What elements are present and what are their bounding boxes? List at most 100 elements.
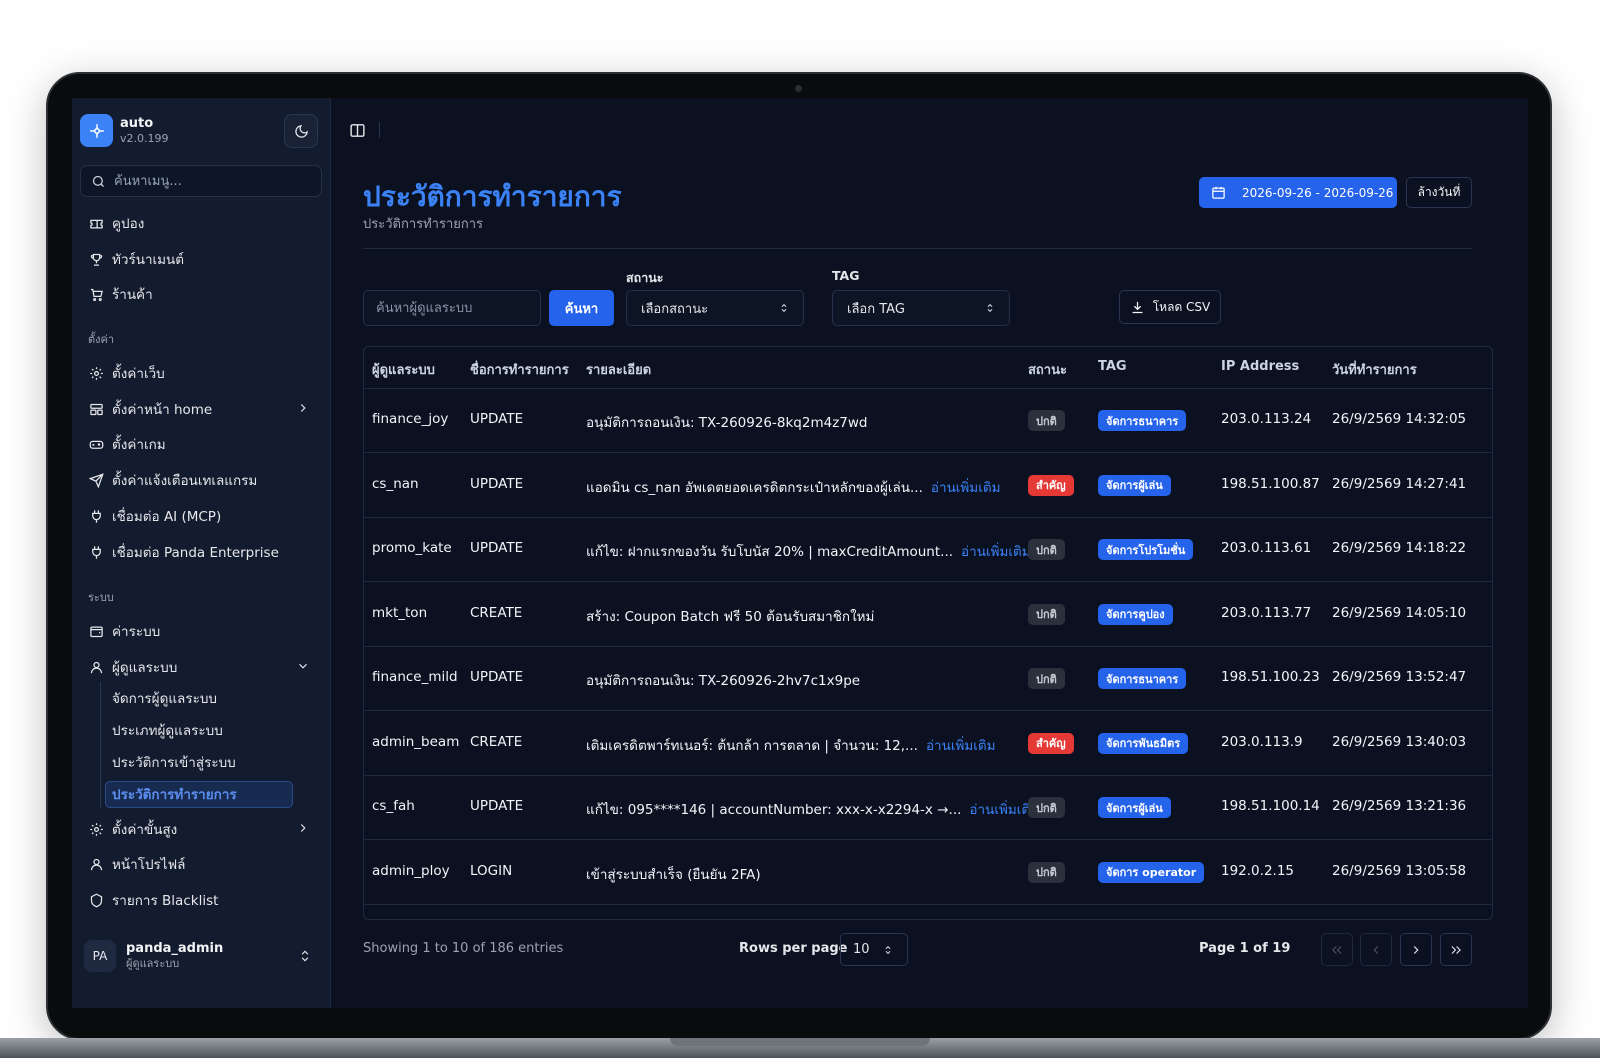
section-label-system: ระบบ [88,591,114,604]
status-badge: สำคัญ [1028,474,1074,496]
sidebar-item-label: ตั้งค่าเว็บ [112,366,165,382]
tag-badge: จัดการ operator [1098,861,1205,883]
submenu-transaction-history[interactable]: ประวัติการทำรายการ [112,782,237,806]
user-icon [88,856,104,872]
column-header-action[interactable]: ชื่อการทำรายการ [470,359,569,380]
cell-detail: อนุมัติการถอนเงิน: TX-260926-2hv7c1x9pe [586,669,860,691]
sidebar-item-home-settings[interactable]: ตั้งค่าหน้า home [88,396,314,422]
submenu-admin-types[interactable]: ประเภทผู้ดูแลระบบ [112,718,223,742]
previous-page-button[interactable] [1360,933,1392,966]
next-page-button[interactable] [1400,933,1432,966]
read-more-link[interactable]: อ่านเพิ่มเติม [931,480,1001,496]
menu-search-input[interactable] [114,173,304,189]
sidebar-item-admins[interactable]: ผู้ดูแลระบบ [88,654,314,680]
column-header-ip[interactable]: IP Address [1221,359,1299,374]
cell-date: 26/9/2569 13:52:47 [1332,669,1467,685]
cell-date: 26/9/2569 14:32:05 [1332,411,1467,427]
read-more-link[interactable]: อ่านเพิ่มเติม [961,544,1031,560]
chevrons-right-icon [1451,945,1461,954]
date-range-button[interactable]: 2026-09-26 - 2026-09-26 [1199,177,1397,208]
table-row[interactable]: cs_fah UPDATE แก้ไข: 095****146 | accountN… [364,776,1492,840]
user-menu[interactable]: PA panda_admin ผู้ดูแลระบบ [84,934,314,978]
detail-text: เติมเครดิตพาร์ทเนอร์: ต้นกล้า การตลาด | … [586,737,918,754]
status-badge: ปกติ [1028,603,1065,625]
rows-per-page-label: Rows per page [739,941,848,956]
sidebar-item-coupon[interactable]: คูปอง [88,210,314,236]
shield-icon [88,892,104,908]
user-role: ผู้ดูแลระบบ [126,957,180,970]
cell-ip: 198.51.100.23 [1221,669,1320,685]
download-csv-button[interactable]: โหลด CSV [1119,290,1221,324]
submenu-login-history[interactable]: ประวัติการเข้าสู่ระบบ [112,750,236,774]
sidebar-item-label: เชื่อมต่อ AI (MCP) [112,509,222,525]
gear-icon [88,365,104,381]
submenu-manage-admins[interactable]: จัดการผู้ดูแลระบบ [112,686,217,710]
cell-date: 26/9/2569 13:21:36 [1332,798,1467,814]
plug-icon [88,508,104,524]
sidebar-toggle-button[interactable] [347,120,367,140]
sidebar-item-label: เชื่อมต่อ Panda Enterprise [112,545,279,561]
sidebar-item-tournament[interactable]: ทัวร์นาเมนต์ [88,246,314,272]
column-header-status[interactable]: สถานะ [1028,359,1067,380]
app-screen: auto v2.0.199 คูปอง ทัวร์นาเมนต์ ร้านค้า… [72,98,1528,1008]
sidebar-item-label: ตั้งค่าแจ้งเตือนเทเลแกรม [112,473,258,489]
sidebar-item-ai-mcp[interactable]: เชื่อมต่อ AI (MCP) [88,503,314,529]
tag-select[interactable]: เลือก TAG [832,290,1010,326]
sidebar: auto v2.0.199 คูปอง ทัวร์นาเมนต์ ร้านค้า… [72,98,331,1008]
read-more-link[interactable]: อ่านเพิ่มเติม [926,738,996,754]
tag-select-value: เลือก TAG [847,301,905,317]
admin-search-box[interactable] [363,290,541,326]
sidebar-item-label: ผู้ดูแลระบบ [112,660,178,676]
ticket-icon [88,215,104,231]
sidebar-item-game-settings[interactable]: ตั้งค่าเกม [88,431,314,457]
table-row[interactable]: promo_kate UPDATE แก้ไข: ฝากแรกของวัน รับโ… [364,518,1492,582]
app-name: auto [120,115,154,131]
rows-per-page-value: 10 [853,942,870,957]
tag-badge: จัดการธนาคาร [1098,410,1187,431]
sidebar-item-web-settings[interactable]: ตั้งค่าเว็บ [88,360,314,386]
brand-logo-icon [80,114,113,147]
sidebar-item-label: รายการ Blacklist [112,893,219,909]
table-row[interactable]: admin_ploy LOGIN เข้าสู่ระบบสำเร็จ (ยืนยัน… [364,841,1492,905]
search-icon [92,175,104,187]
page-info: Page 1 of 19 [1199,941,1291,956]
sidebar-item-shop[interactable]: ร้านค้า [88,281,314,307]
table-row[interactable]: mkt_ton CREATE สร้าง: Coupon Batch ฟรี 50 … [364,583,1492,647]
main-content: ประวัติการทำรายการ ประวัติการทำรายการ 20… [331,98,1528,1008]
cell-ip: 203.0.113.9 [1221,733,1303,750]
cell-date: 26/9/2569 14:18:22 [1332,540,1467,556]
chevron-right-icon [1413,945,1419,954]
table-row[interactable]: admin_beam CREATE เติมเครดิตพาร์ทเนอร์: ต้… [364,712,1492,776]
status-select[interactable]: เลือกสถานะ [626,290,804,326]
clear-date-button[interactable]: ล้างวันที่ [1406,177,1472,208]
cell-date: 26/9/2569 13:05:58 [1332,862,1467,879]
sidebar-item-advanced-settings[interactable]: ตั้งค่าขั้นสูง [88,816,314,842]
sidebar-item-blacklist[interactable]: รายการ Blacklist [88,887,314,913]
column-header-tag[interactable]: TAG [1098,359,1127,374]
column-header-detail[interactable]: รายละเอียด [586,359,651,380]
table-row[interactable]: finance_mild UPDATE อนุมัติการถอนเงิน: TX-… [364,647,1492,711]
column-header-admin[interactable]: ผู้ดูแลระบบ [372,359,435,380]
rows-per-page-select[interactable]: 10 [840,933,908,966]
brand[interactable]: auto v2.0.199 [80,114,169,147]
admin-search-input[interactable] [376,300,526,316]
column-header-date[interactable]: วันที่ทำรายการ [1332,359,1417,380]
table-row[interactable]: cs_nan UPDATE แอดมิน cs_nan อัพเดตยอดเครดิ… [364,454,1492,518]
sidebar-item-telegram[interactable]: ตั้งค่าแจ้งเตือนเทเลแกรม [88,467,314,493]
cell-admin: finance_joy [372,411,449,427]
sidebar-item-panda-enterprise[interactable]: เชื่อมต่อ Panda Enterprise [88,539,314,565]
status-badge: ปกติ [1028,668,1065,689]
theme-toggle-button[interactable] [284,114,318,148]
tag-badge: จัดการผู้เล่น [1098,474,1171,496]
app-version: v2.0.199 [120,131,169,145]
avatar: PA [84,940,116,972]
sidebar-item-profile[interactable]: หน้าโปรไฟล์ [88,851,314,877]
search-button[interactable]: ค้นหา [549,290,614,326]
first-page-button[interactable] [1321,933,1353,966]
status-badge: ปกติ [1028,861,1065,883]
last-page-button[interactable] [1440,933,1472,966]
cell-detail: อนุมัติการถอนเงิน: TX-260926-8kq2m4z7wd [586,411,867,433]
sidebar-item-system-values[interactable]: ค่าระบบ [88,618,314,644]
menu-search-box[interactable] [80,165,322,197]
table-row[interactable]: finance_joy UPDATE อนุมัติการถอนเงิน: TX-2… [364,389,1492,453]
